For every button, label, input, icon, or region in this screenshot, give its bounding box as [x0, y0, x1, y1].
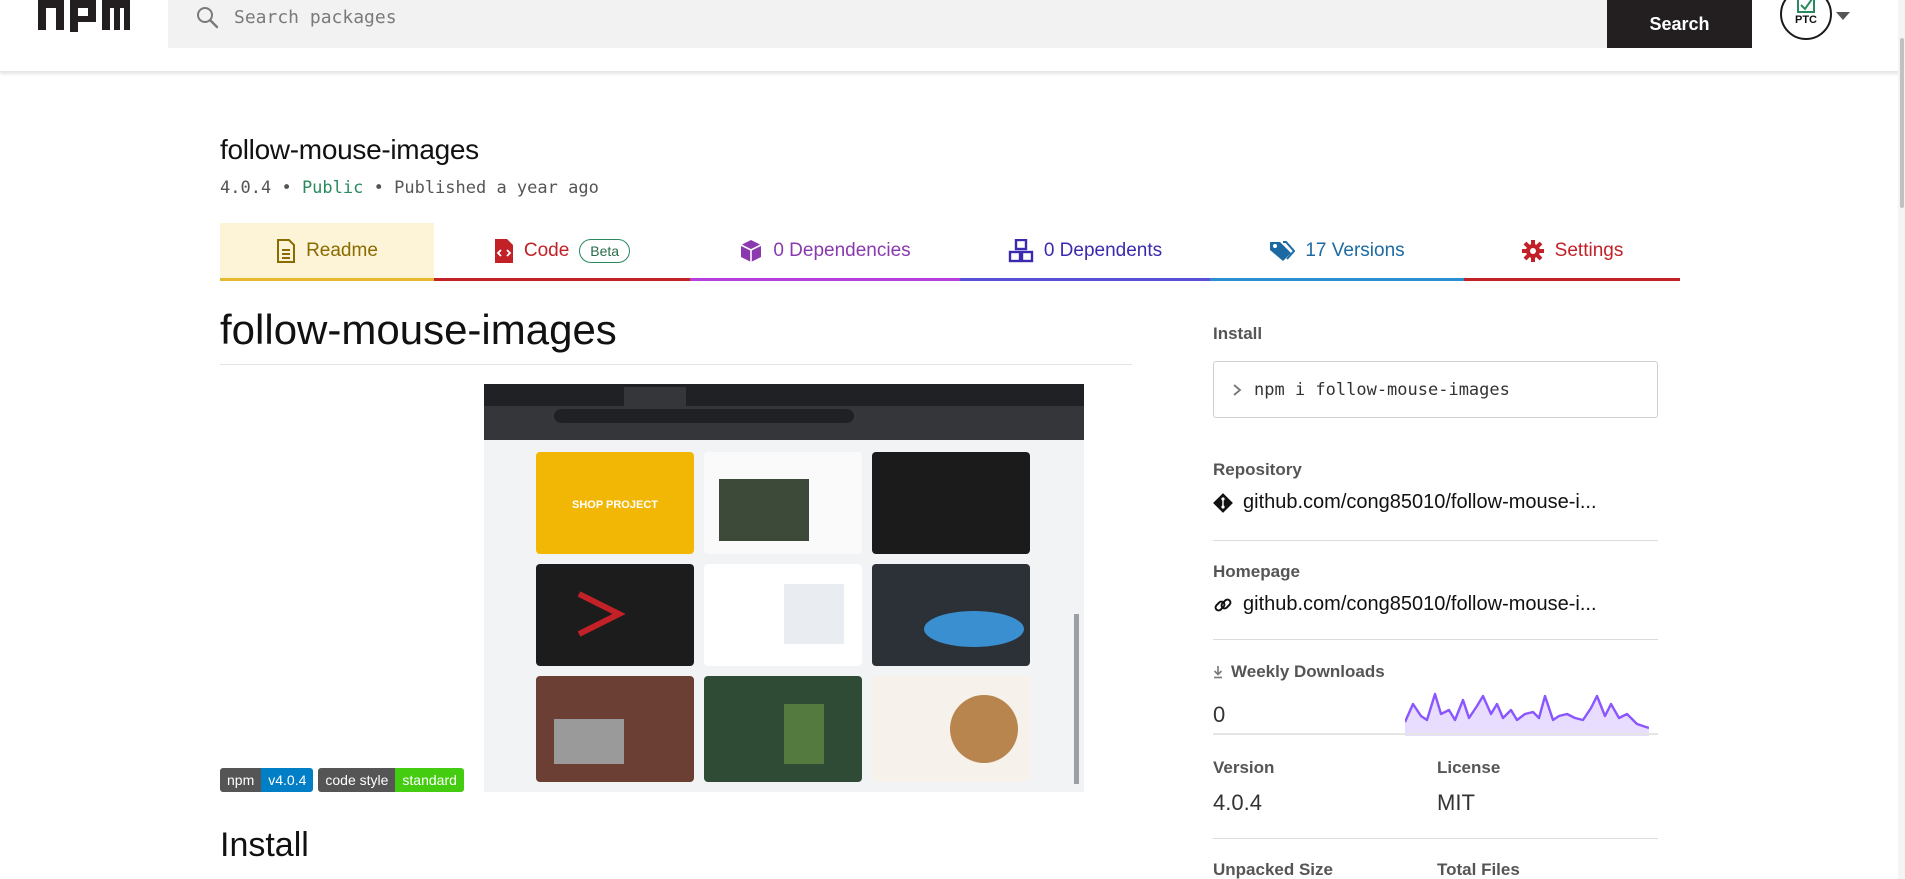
tab-dependencies[interactable]: 0 Dependencies [690, 223, 960, 281]
top-navigation-bar: Search PTC [0, 0, 1905, 72]
unpacked-size-label: Unpacked Size [1213, 860, 1333, 879]
package-tabs: Readme Code Beta 0 Dependencies 0 Depend… [220, 223, 1680, 281]
search-box [168, 0, 1608, 48]
code-style-badge[interactable]: code style standard [318, 768, 464, 792]
tab-label: Code [523, 239, 570, 261]
install-heading: Install [220, 826, 309, 864]
search-button[interactable]: Search [1607, 0, 1752, 48]
homepage-label: Homepage [1213, 562, 1300, 581]
weekly-downloads-sparkline [1405, 692, 1649, 736]
sidebar-divider [1213, 540, 1658, 541]
total-files-label: Total Files [1437, 860, 1520, 879]
version-label: Version [1213, 758, 1275, 777]
file-text-icon [277, 238, 296, 263]
badge-value: standard [395, 768, 464, 792]
badge-value: v4.0.4 [261, 768, 314, 792]
homepage-link[interactable]: github.com/cong85010/follow-mouse-i... [1213, 593, 1597, 616]
package-visibility: Public [301, 178, 364, 198]
avatar[interactable]: PTC [1780, 0, 1832, 40]
badge-label: npm [220, 768, 262, 792]
install-label: Install [1213, 324, 1263, 343]
weekly-downloads-value: 0 [1213, 702, 1226, 727]
package-name: follow-mouse-images [220, 134, 479, 165]
sparkline-baseline [1213, 733, 1658, 735]
code-file-icon [494, 238, 513, 263]
search-input[interactable] [234, 0, 1534, 34]
tab-code[interactable]: Code Beta [434, 223, 690, 281]
tab-settings[interactable]: Settings [1464, 223, 1680, 281]
weekly-downloads-label: Weekly Downloads [1213, 662, 1385, 682]
browser-screenshot-image: SHOP PROJECT [484, 384, 1084, 784]
repository-label: Repository [1213, 460, 1302, 479]
tab-label: Readme [306, 239, 378, 261]
homepage-url: github.com/cong85010/follow-mouse-i... [1243, 593, 1597, 615]
download-icon [1213, 666, 1223, 679]
search-icon [197, 7, 219, 29]
readme-title: follow-mouse-images [220, 306, 1132, 365]
tab-label: 17 Versions [1305, 239, 1405, 261]
package-version: 4.0.4 [220, 178, 272, 198]
license-value: MIT [1437, 790, 1475, 815]
tab-readme[interactable]: Readme [220, 223, 434, 281]
gear-icon [1521, 239, 1544, 262]
npm-logo[interactable] [38, 0, 130, 32]
readme-badges: npm v4.0.4 code style standard [220, 768, 464, 792]
terminal-prompt-icon [1233, 383, 1242, 396]
sidebar-divider [1213, 639, 1658, 640]
tab-label: 0 Dependencies [773, 239, 911, 261]
readme-demo-image: SHOP PROJECT [484, 384, 1084, 792]
package-meta: 4.0.4 • Public • Published a year ago [220, 178, 599, 198]
tab-versions[interactable]: 17 Versions [1210, 223, 1464, 281]
version-value: 4.0.4 [1213, 790, 1262, 815]
sidebar-divider [1213, 838, 1658, 839]
badge-label: code style [318, 768, 396, 792]
package-published: Published a year ago [394, 178, 599, 198]
git-icon [1213, 492, 1233, 513]
tab-dependents[interactable]: 0 Dependents [960, 223, 1210, 281]
tags-icon [1270, 240, 1296, 261]
tab-label: 0 Dependents [1043, 239, 1163, 261]
avatar-text: PTC [1795, 14, 1817, 26]
meta-separator: • [373, 178, 384, 198]
repository-url: github.com/cong85010/follow-mouse-i... [1243, 491, 1597, 513]
repository-link[interactable]: github.com/cong85010/follow-mouse-i... [1213, 491, 1597, 514]
box-icon [740, 239, 762, 262]
chevron-down-icon[interactable] [1836, 12, 1850, 20]
license-label: License [1437, 758, 1501, 777]
weekly-downloads-text: Weekly Downloads [1231, 662, 1385, 681]
beta-badge: Beta [579, 238, 631, 263]
scrollbar-thumb[interactable] [1900, 38, 1904, 208]
tile-shop-project: SHOP PROJECT [572, 499, 658, 511]
tab-label: Settings [1554, 239, 1624, 261]
npm-version-badge[interactable]: npm v4.0.4 [220, 768, 314, 792]
boxes-icon [1008, 238, 1034, 262]
link-icon [1214, 598, 1232, 611]
meta-separator: • [281, 178, 292, 198]
install-command-box[interactable]: npm i follow-mouse-images [1213, 361, 1658, 418]
install-command: npm i follow-mouse-images [1254, 379, 1510, 400]
